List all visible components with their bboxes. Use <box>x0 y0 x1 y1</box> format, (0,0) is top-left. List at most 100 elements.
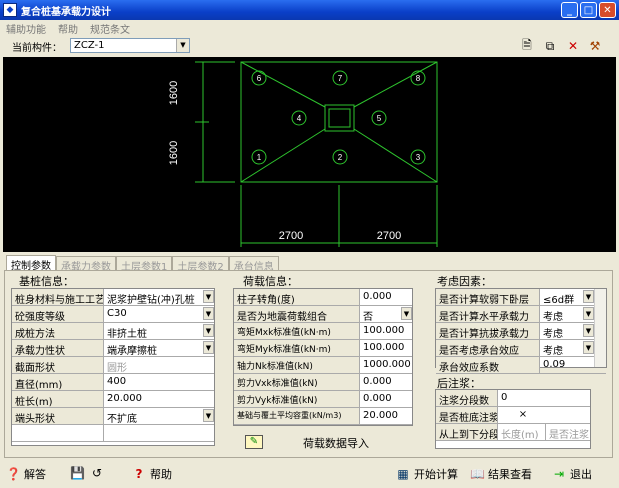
row-key: 注浆分段数 <box>436 390 498 406</box>
exit-button[interactable]: ⇥ 退出 <box>552 466 592 482</box>
table-row[interactable]: 截面形状 圆形 <box>12 357 214 374</box>
table-row[interactable]: 是否计算软弱下卧层 ≤6d群 ▼ <box>436 289 606 306</box>
value-text: 不扩底 <box>107 414 137 424</box>
load-import-icon[interactable]: ✎ <box>245 435 263 449</box>
view-results-button[interactable]: 📖 结果查看 <box>470 466 532 482</box>
row-value[interactable]: 20.000 <box>360 408 412 424</box>
tab-control-params[interactable]: 控制参数 <box>6 255 56 272</box>
tools-icon[interactable]: ⚒ <box>588 39 602 53</box>
exit-door-icon: ⇥ <box>553 467 565 481</box>
tab-cap-info[interactable]: 承台信息 <box>228 256 279 273</box>
table-row[interactable]: 桩长(m) 20.000 <box>12 391 214 408</box>
table-row[interactable]: 桩身材料与施工工艺 泥浆护壁钻(冲)孔桩 ▼ <box>12 289 214 306</box>
value-text: C30 <box>107 308 127 319</box>
row-value[interactable]: 100.000 <box>360 340 412 356</box>
dim-horizontal-right: 2700 <box>377 230 401 242</box>
menu-help[interactable]: 帮助 <box>58 21 78 36</box>
table-row[interactable]: 基础与覆土平均容重(kN/m3) 20.000 <box>234 408 412 425</box>
row-value[interactable]: 400 <box>104 374 214 390</box>
row-value[interactable]: 100.000 <box>360 323 412 339</box>
menu-aux[interactable]: 辅助功能 <box>6 21 46 36</box>
row-value[interactable]: 0.000 <box>360 374 412 390</box>
component-value: ZCZ-1 <box>74 40 105 51</box>
row-value[interactable]: 0.09 <box>540 357 594 373</box>
document-icon[interactable]: 🗎 <box>520 38 534 53</box>
maximize-button[interactable]: □ <box>580 2 597 18</box>
chevron-down-icon[interactable]: ▼ <box>203 290 214 303</box>
close-button[interactable]: ✕ <box>599 2 616 18</box>
chevron-down-icon[interactable]: ▼ <box>583 341 594 354</box>
answer-label: 解答 <box>24 468 46 481</box>
table-row[interactable]: 直径(mm) 400 <box>12 374 214 391</box>
table-row[interactable]: 是否计算水平承载力 考虑 ▼ <box>436 306 606 323</box>
view-results-label: 结果查看 <box>488 468 532 481</box>
row-value[interactable]: 1000.000 <box>360 357 412 373</box>
table-row[interactable]: 是否桩底注浆 × <box>436 407 590 424</box>
table-row[interactable]: 是否计算抗拔承载力 考虑 ▼ <box>436 323 606 340</box>
load-import-button[interactable]: 荷载数据导入 <box>303 435 369 451</box>
table-header-row: 从上到下分段 长度(m) 是否注浆 <box>436 424 590 441</box>
table-row[interactable]: 端头形状 不扩底 ▼ <box>12 408 214 425</box>
minimize-button[interactable]: _ <box>561 2 578 18</box>
drawing-canvas[interactable]: 6 7 8 4 5 1 2 3 1600 1600 2700 2700 <box>3 57 616 252</box>
table-row[interactable]: 弯矩Mxk标准值(kN·m) 100.000 <box>234 323 412 340</box>
chevron-down-icon[interactable]: ▼ <box>583 324 594 337</box>
tab-soil-params-1[interactable]: 土层参数1 <box>116 256 173 273</box>
row-value <box>104 425 214 441</box>
row-value[interactable]: 0 <box>498 390 588 406</box>
save-icon: 💾 <box>70 466 85 480</box>
chevron-down-icon[interactable]: ▼ <box>583 290 594 303</box>
chevron-down-icon[interactable]: ▼ <box>203 307 214 320</box>
save-button[interactable]: 💾 <box>70 466 85 480</box>
copy-icon[interactable]: ⧉ <box>543 39 557 53</box>
menu-code[interactable]: 规范条文 <box>90 21 130 36</box>
pile-label: 5 <box>377 114 382 123</box>
chevron-down-icon[interactable]: ▼ <box>401 307 412 320</box>
table-row[interactable]: 是否为地震荷载组合否 ▼ <box>234 306 412 323</box>
help-button[interactable]: ? 帮助 <box>132 466 172 482</box>
chevron-down-icon[interactable]: ▼ <box>203 324 214 337</box>
undo-button[interactable]: ↺ <box>90 466 104 480</box>
table-row[interactable]: 承台效应系数 0.09 <box>436 357 606 374</box>
table-row[interactable]: 弯矩Myk标准值(kN·m) 100.000 <box>234 340 412 357</box>
row-key: 砼强度等级 <box>12 306 104 322</box>
pile-label: 3 <box>416 153 421 162</box>
dim-vertical-bottom: 1600 <box>168 141 180 165</box>
table-row[interactable]: 剪力Vyk标准值(kN) 0.000 <box>234 391 412 408</box>
factors-scrollbar[interactable] <box>594 289 606 367</box>
table-row[interactable]: 承载力性状 端承摩擦桩 ▼ <box>12 340 214 357</box>
row-key: 截面形状 <box>12 357 104 373</box>
chevron-down-icon[interactable]: ▼ <box>203 341 214 354</box>
delete-icon[interactable]: ✕ <box>566 39 580 53</box>
row-value[interactable]: × <box>498 407 548 423</box>
row-value[interactable]: 0.000 <box>360 289 412 305</box>
chevron-down-icon[interactable]: ▼ <box>203 409 214 422</box>
component-label: 当前构件： <box>12 43 62 54</box>
table-row[interactable]: 柱子转角(度) 0.000 <box>234 289 412 306</box>
row-key: 基础与覆土平均容重(kN/m3) <box>234 408 360 424</box>
chevron-down-icon[interactable]: ▼ <box>583 307 594 320</box>
answer-button[interactable]: ❓ 解答 <box>6 466 46 482</box>
row-key: 桩长(m) <box>12 391 104 407</box>
row-key: 成桩方法 <box>12 323 104 339</box>
row-key: 弯矩Mxk标准值(kN·m) <box>234 323 360 339</box>
component-select[interactable]: ZCZ-1 ▼ <box>70 38 190 53</box>
table-row[interactable]: 成桩方法 非挤土桩 ▼ <box>12 323 214 340</box>
table-row[interactable]: 注浆分段数 0 <box>436 390 590 407</box>
row-value[interactable]: 0.000 <box>360 391 412 407</box>
row-value[interactable]: 20.000 <box>104 391 214 407</box>
row-key: 直径(mm) <box>12 374 104 390</box>
tab-capacity-params[interactable]: 承载力参数 <box>56 256 116 273</box>
start-calc-button[interactable]: ▦ 开始计算 <box>396 466 458 482</box>
table-row[interactable]: 是否考虑承台效应 考虑 ▼ <box>436 340 606 357</box>
row-value: ≤6d群 ▼ <box>540 289 594 305</box>
table-row[interactable]: 砼强度等级 C30 ▼ <box>12 306 214 323</box>
tab-soil-params-2[interactable]: 土层参数2 <box>172 256 229 273</box>
title-bar: ◆ 复合桩基承载力设计 _ □ ✕ <box>0 0 619 20</box>
factors-title: 考虑因素： <box>437 275 492 288</box>
row-value: C30 ▼ <box>104 306 214 322</box>
help-label: 帮助 <box>150 468 172 481</box>
table-row[interactable]: 剪力Vxk标准值(kN) 0.000 <box>234 374 412 391</box>
calculator-icon: ▦ <box>397 467 409 481</box>
table-row[interactable]: 轴力Nk标准值(kN) 1000.000 <box>234 357 412 374</box>
